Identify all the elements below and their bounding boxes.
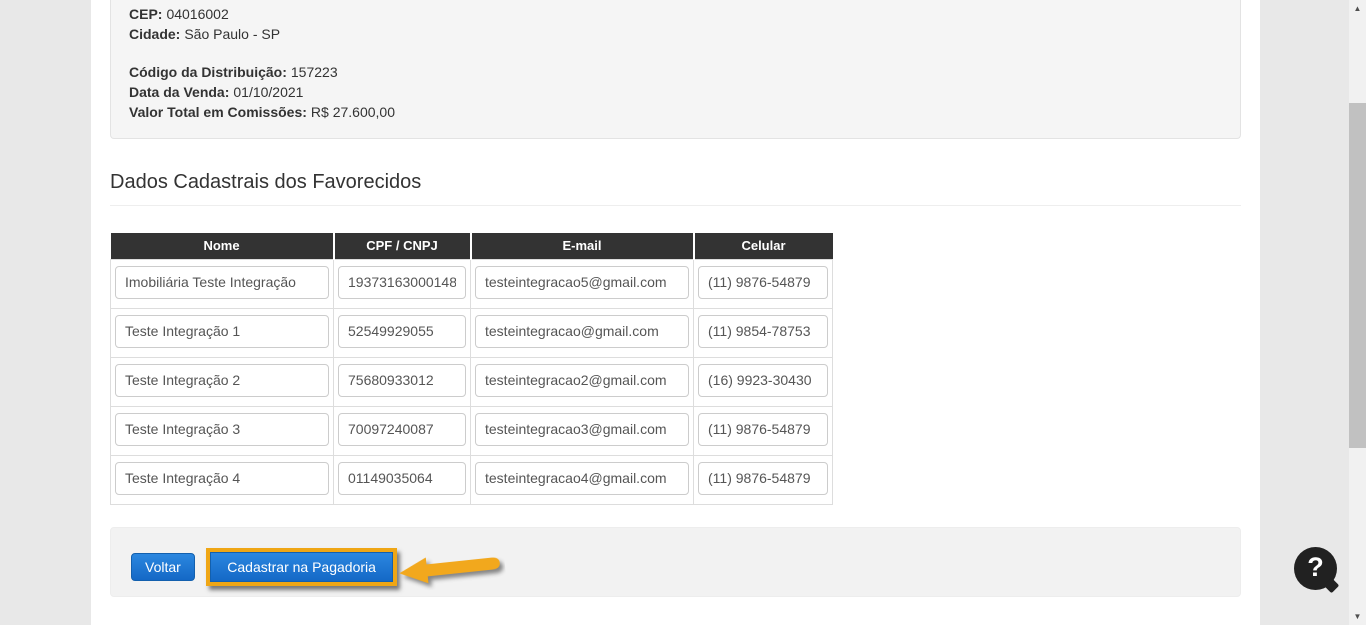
email-input[interactable] — [475, 315, 689, 348]
cep-label: CEP: — [129, 6, 162, 22]
email-input[interactable] — [475, 462, 689, 495]
valor-comissoes-value: R$ 27.600,00 — [311, 104, 395, 120]
data-venda-label: Data da Venda: — [129, 84, 229, 100]
celular-input[interactable] — [698, 413, 828, 446]
voltar-button[interactable]: Voltar — [131, 553, 195, 581]
data-venda-value: 01/10/2021 — [233, 84, 303, 100]
valor-comissoes-label: Valor Total em Comissões: — [129, 104, 307, 120]
table-header-row: Nome CPF / CNPJ E-mail Celular — [111, 233, 833, 259]
celular-input[interactable] — [698, 315, 828, 348]
page: CEP:04016002 Cidade:São Paulo - SP Códig… — [91, 0, 1260, 625]
email-input[interactable] — [475, 266, 689, 299]
browser-viewport: CEP:04016002 Cidade:São Paulo - SP Códig… — [0, 0, 1366, 625]
cpf-cnpj-input[interactable] — [338, 266, 466, 299]
nome-input[interactable] — [115, 315, 329, 348]
cadastrar-na-pagadoria-button[interactable]: Cadastrar na Pagadoria — [210, 552, 393, 582]
nome-input[interactable] — [115, 364, 329, 397]
question-mark-icon: ? — [1307, 552, 1324, 583]
column-header-nome: Nome — [111, 233, 334, 259]
nome-input[interactable] — [115, 462, 329, 495]
cidade-label: Cidade: — [129, 26, 180, 42]
celular-input[interactable] — [698, 462, 828, 495]
annotation-arrow-icon — [395, 548, 505, 588]
column-header-celular: Celular — [694, 233, 833, 259]
celular-input[interactable] — [698, 364, 828, 397]
section-title: Dados Cadastrais dos Favorecidos — [110, 169, 1241, 195]
info-panel: CEP:04016002 Cidade:São Paulo - SP Códig… — [110, 0, 1241, 139]
favorecidos-table: Nome CPF / CNPJ E-mail Celular — [110, 233, 833, 505]
vertical-scrollbar[interactable]: ▲ ▼ — [1349, 0, 1366, 625]
email-input[interactable] — [475, 413, 689, 446]
nome-input[interactable] — [115, 266, 329, 299]
email-input[interactable] — [475, 364, 689, 397]
scroll-up-icon[interactable]: ▲ — [1349, 0, 1366, 17]
cpf-cnpj-input[interactable] — [338, 413, 466, 446]
info-line-cidade: Cidade:São Paulo - SP — [129, 24, 1222, 44]
info-line-valor-comissoes: Valor Total em Comissões:R$ 27.600,00 — [129, 102, 1222, 122]
codigo-distribuicao-value: 157223 — [291, 64, 338, 80]
cidade-value: São Paulo - SP — [184, 26, 280, 42]
table-row — [111, 357, 833, 406]
info-line-codigo-distribuicao: Código da Distribuição:157223 — [129, 62, 1222, 82]
column-header-email: E-mail — [471, 233, 694, 259]
scrollbar-thumb[interactable] — [1349, 103, 1366, 448]
table-row — [111, 308, 833, 357]
cpf-cnpj-input[interactable] — [338, 315, 466, 348]
cep-value: 04016002 — [166, 6, 228, 22]
annotation-highlight-box: Cadastrar na Pagadoria — [206, 548, 397, 586]
table-row — [111, 455, 833, 504]
scroll-down-icon[interactable]: ▼ — [1349, 608, 1366, 625]
info-line-data-venda: Data da Venda:01/10/2021 — [129, 82, 1222, 102]
action-panel: Voltar Cadastrar na Pagadoria — [110, 527, 1241, 597]
column-header-cpf-cnpj: CPF / CNPJ — [334, 233, 471, 259]
divider — [110, 205, 1241, 206]
codigo-distribuicao-label: Código da Distribuição: — [129, 64, 287, 80]
table-row — [111, 259, 833, 308]
nome-input[interactable] — [115, 413, 329, 446]
table-row — [111, 406, 833, 455]
help-button[interactable]: ? — [1294, 547, 1337, 590]
cpf-cnpj-input[interactable] — [338, 364, 466, 397]
celular-input[interactable] — [698, 266, 828, 299]
spacer — [129, 44, 1222, 62]
info-line-cep: CEP:04016002 — [129, 4, 1222, 24]
cpf-cnpj-input[interactable] — [338, 462, 466, 495]
